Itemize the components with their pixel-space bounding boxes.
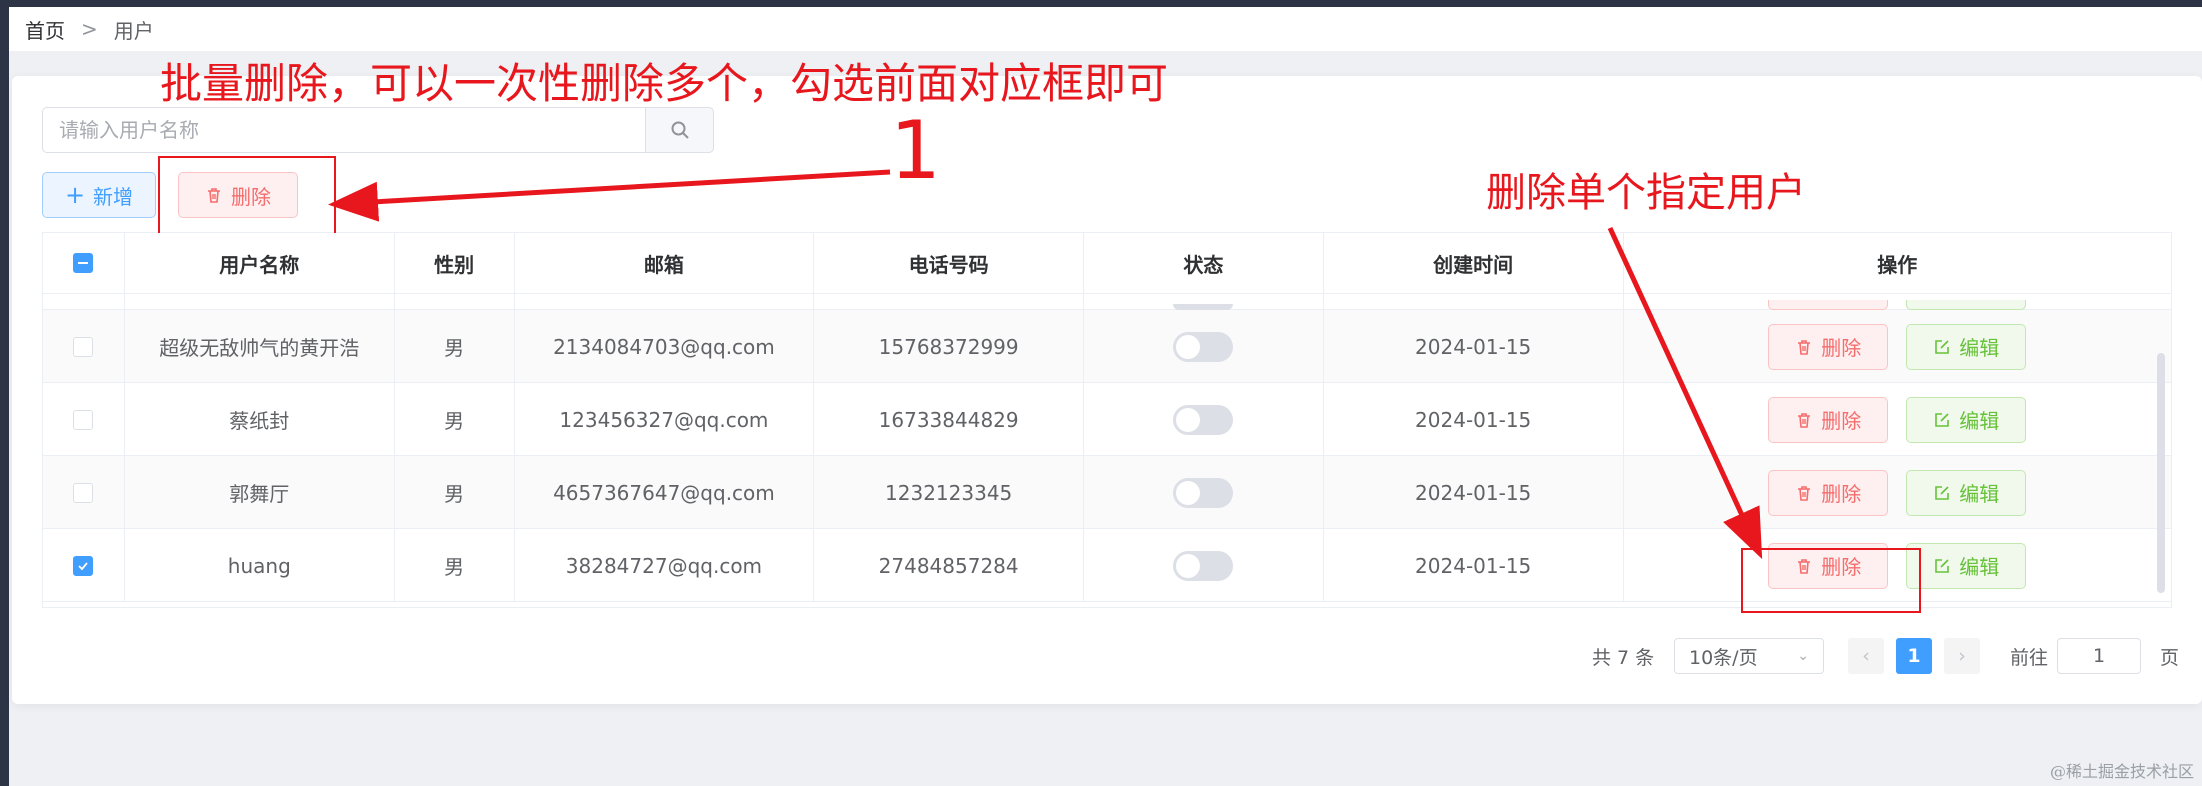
cell-phone: 15768372999 — [814, 310, 1085, 383]
add-button-label: 新增 — [93, 184, 134, 209]
breadcrumb-current: 用户 — [113, 18, 154, 43]
edit-icon — [1935, 558, 1950, 573]
row-delete-button[interactable]: 删除 — [1768, 469, 1889, 516]
row-edit-button[interactable]: 编辑 — [1906, 396, 2027, 443]
column-header-email: 邮箱 — [515, 233, 815, 293]
search-icon — [671, 121, 689, 139]
search-bar — [42, 107, 714, 155]
top-bar — [9, 0, 2202, 7]
cell-name: huang — [125, 529, 395, 602]
table-row: 蔡纸封 男 123456327@qq.com 16733844829 2024-… — [43, 383, 2171, 456]
pagination-total: 共 7 条 — [1592, 646, 1655, 669]
column-header-phone: 电话号码 — [814, 233, 1085, 293]
table-header: 用户名称 性别 邮箱 电话号码 状态 创建时间 操作 — [43, 233, 2171, 294]
annotation-single-delete: 删除单个指定用户 — [1486, 170, 1806, 216]
cell-gender: 男 — [395, 383, 515, 456]
watermark: @稀土掘金技术社区 — [2049, 762, 2194, 781]
column-header-created: 创建时间 — [1324, 233, 1624, 293]
chevron-left-icon: ‹ — [1862, 645, 1870, 667]
column-header-status: 状态 — [1084, 233, 1324, 293]
cell-email: 123456327@qq.com — [515, 383, 815, 456]
cell-phone: 27484857284 — [814, 529, 1085, 602]
table-row-partial — [43, 293, 2171, 310]
prev-page-button[interactable]: ‹ — [1848, 638, 1884, 674]
search-button[interactable] — [646, 107, 714, 153]
row-checkbox[interactable] — [73, 482, 94, 503]
trash-icon — [1798, 412, 1811, 428]
cell-gender: 男 — [395, 310, 515, 383]
next-page-button[interactable]: › — [1944, 638, 1980, 674]
row-checkbox[interactable] — [73, 555, 94, 576]
status-switch[interactable] — [1173, 550, 1234, 581]
breadcrumb-separator: > — [81, 17, 98, 41]
select-all-cell — [43, 233, 125, 293]
cell-email: 4657367647@qq.com — [515, 456, 815, 529]
breadcrumb: 首页 > 用户 — [9, 7, 2202, 51]
table-scrollbar[interactable] — [2157, 353, 2165, 593]
row-delete-label: 删除 — [1821, 409, 1862, 433]
table-row: 郭舞厅 男 4657367647@qq.com 1232123345 2024-… — [43, 456, 2171, 529]
cell-email: 38284727@qq.com — [515, 529, 815, 602]
breadcrumb-home[interactable]: 首页 — [25, 15, 65, 44]
highlight-box-single — [1741, 548, 1921, 613]
check-icon — [78, 561, 89, 570]
column-header-actions: 操作 — [1877, 252, 1918, 277]
row-checkbox[interactable] — [73, 409, 94, 430]
edit-icon — [1935, 485, 1950, 500]
row-edit-label: 编辑 — [1959, 409, 2000, 433]
highlight-box-batch — [158, 156, 336, 240]
cell-name: 郭舞厅 — [125, 456, 395, 529]
column-header-name: 用户名称 — [125, 233, 395, 293]
row-edit-button[interactable]: 编辑 — [1906, 323, 2027, 370]
sidebar-rail — [0, 0, 9, 786]
status-switch[interactable] — [1173, 331, 1234, 362]
edit-icon — [1935, 412, 1950, 427]
add-user-button[interactable]: + 新增 — [42, 172, 156, 218]
row-edit-button[interactable]: 编辑 — [1906, 542, 2027, 589]
annotation-batch-delete: 批量删除，可以一次性删除多个，勾选前面对应框即可 — [160, 59, 1169, 108]
trash-icon — [1798, 339, 1811, 355]
search-input[interactable] — [42, 107, 646, 153]
page-size-select[interactable]: 10条/页 ⌄ — [1674, 638, 1824, 674]
cell-email: 2134084703@qq.com — [515, 310, 815, 383]
row-delete-button[interactable]: 删除 — [1768, 396, 1889, 443]
status-switch[interactable] — [1173, 477, 1234, 508]
table-row: 超级无敌帅气的黄开浩 男 2134084703@qq.com 157683729… — [43, 310, 2171, 383]
row-edit-label: 编辑 — [1959, 555, 2000, 579]
row-edit-button[interactable]: 编辑 — [1906, 469, 2027, 516]
row-edit-label: 编辑 — [1959, 336, 2000, 360]
annotation-marker: 1 — [890, 104, 941, 197]
edit-icon — [1935, 339, 1950, 354]
cell-created: 2024-01-15 — [1324, 456, 1624, 529]
status-switch[interactable] — [1173, 404, 1234, 435]
plus-icon: + — [64, 181, 86, 209]
cell-gender: 男 — [395, 529, 515, 602]
row-delete-label: 删除 — [1821, 336, 1862, 360]
page-size-value: 10条/页 — [1689, 646, 1758, 669]
cell-created: 2024-01-15 — [1324, 383, 1624, 456]
row-checkbox[interactable] — [73, 336, 94, 357]
cell-name: 蔡纸封 — [125, 383, 395, 456]
trash-icon — [1798, 485, 1811, 501]
goto-label: 前往 — [2010, 646, 2049, 669]
column-header-gender: 性别 — [395, 233, 515, 293]
page-button-current[interactable]: 1 — [1896, 638, 1932, 674]
cell-created: 2024-01-15 — [1324, 310, 1624, 383]
goto-page-input[interactable]: 1 — [2057, 638, 2141, 674]
chevron-down-icon: ⌄ — [1797, 648, 1809, 664]
row-edit-label: 编辑 — [1959, 482, 2000, 506]
row-delete-label: 删除 — [1821, 482, 1862, 506]
cell-gender: 男 — [395, 456, 515, 529]
page-unit-label: 页 — [2160, 646, 2180, 669]
cell-phone: 16733844829 — [814, 383, 1085, 456]
cell-name: 超级无敌帅气的黄开浩 — [125, 310, 395, 383]
select-all-checkbox[interactable] — [73, 253, 94, 273]
chevron-right-icon: › — [1958, 645, 1966, 667]
row-delete-button[interactable]: 删除 — [1768, 323, 1889, 370]
cell-phone: 1232123345 — [814, 456, 1085, 529]
cell-created: 2024-01-15 — [1324, 529, 1624, 602]
